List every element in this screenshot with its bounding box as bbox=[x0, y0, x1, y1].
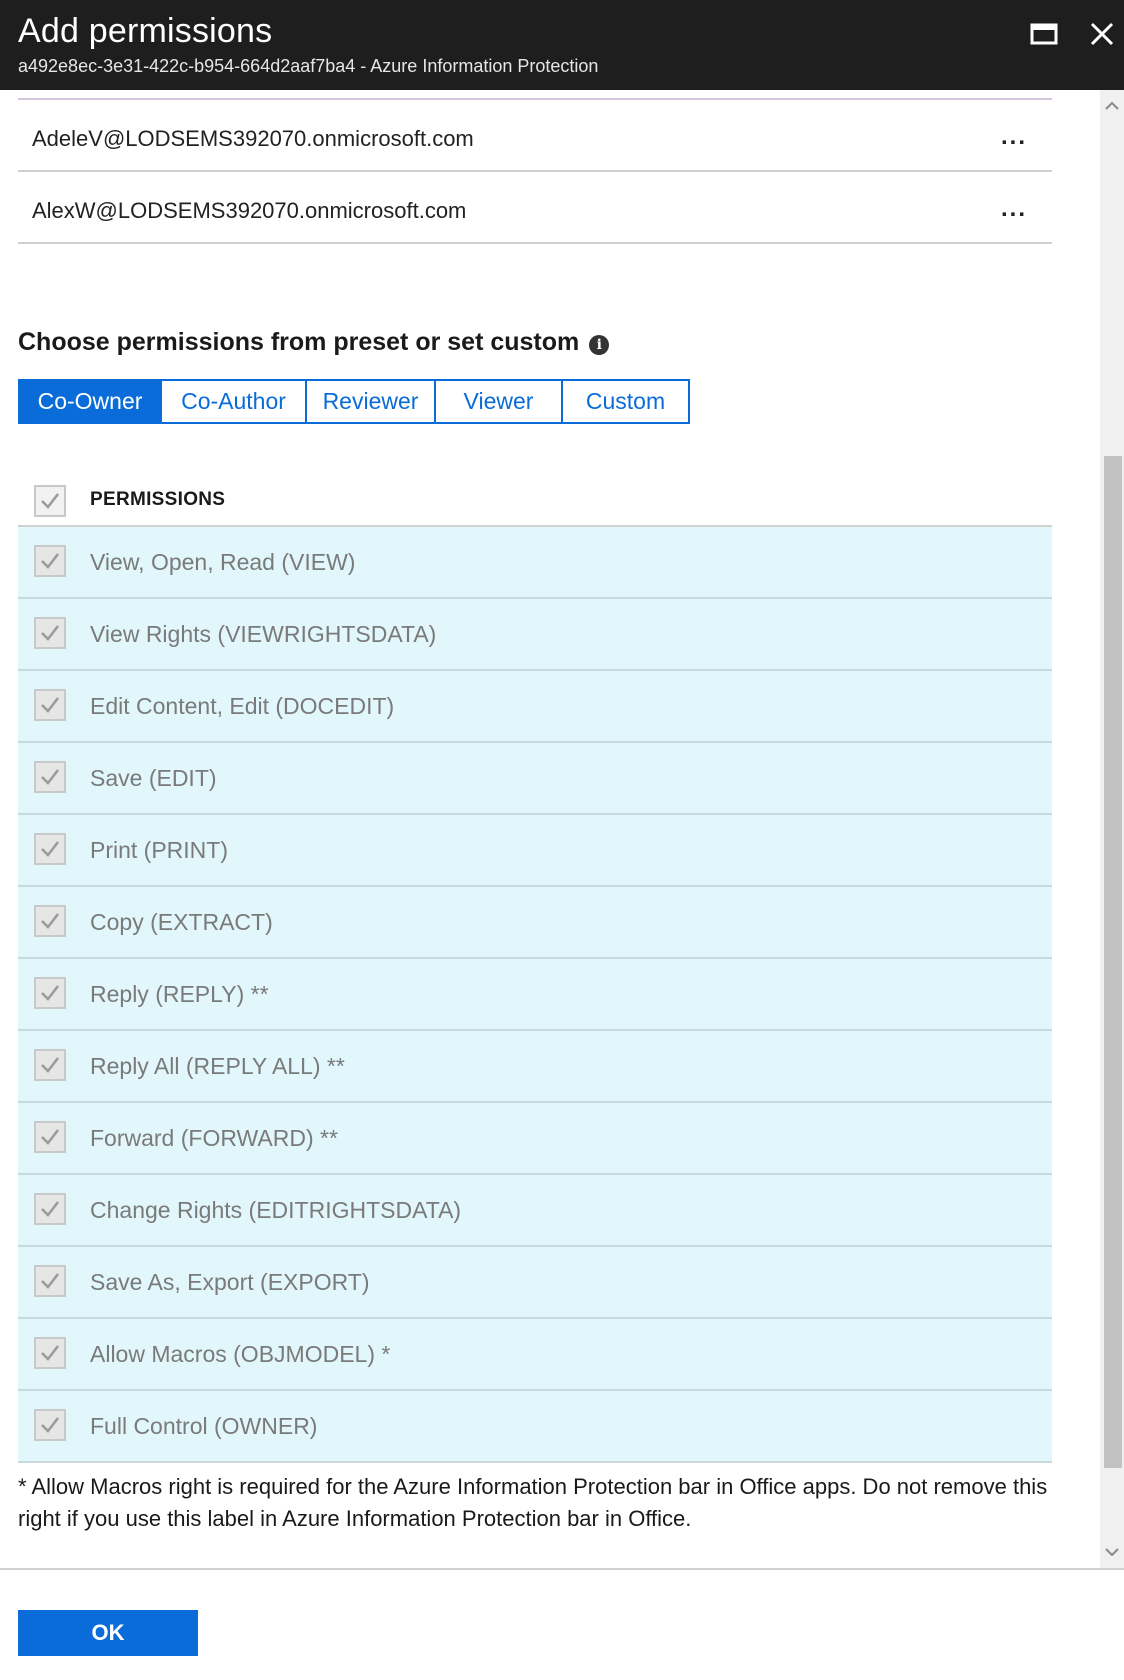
permission-checkbox[interactable] bbox=[34, 545, 66, 577]
check-icon bbox=[41, 1273, 59, 1289]
ok-button[interactable]: OK bbox=[18, 1610, 198, 1656]
tab-viewer[interactable]: Viewer bbox=[436, 379, 563, 424]
check-icon bbox=[41, 841, 59, 857]
permission-checkbox[interactable] bbox=[34, 1049, 66, 1081]
permission-label: View Rights (VIEWRIGHTSDATA) bbox=[90, 621, 437, 647]
window-subtitle: a492e8ec-3e31-422c-b954-664d2aaf7ba4 - A… bbox=[18, 56, 599, 76]
check-icon bbox=[41, 493, 59, 509]
close-icon bbox=[1090, 22, 1114, 46]
scroll-down-button[interactable] bbox=[1100, 1542, 1124, 1562]
vertical-scrollbar[interactable] bbox=[1100, 90, 1124, 1568]
permission-row: Copy (EXTRACT) bbox=[18, 887, 1052, 959]
permission-row: Change Rights (EDITRIGHTSDATA) bbox=[18, 1175, 1052, 1247]
chevron-up-icon bbox=[1105, 101, 1119, 110]
permission-row: View Rights (VIEWRIGHTSDATA) bbox=[18, 599, 1052, 671]
permission-row: View, Open, Read (VIEW) bbox=[18, 527, 1052, 599]
permission-checkbox[interactable] bbox=[34, 689, 66, 721]
check-icon bbox=[41, 1057, 59, 1073]
footer-divider bbox=[0, 1568, 1124, 1570]
permission-label: Print (PRINT) bbox=[90, 837, 228, 863]
permission-label: View, Open, Read (VIEW) bbox=[90, 549, 356, 575]
check-icon bbox=[41, 769, 59, 785]
more-options-button[interactable]: ... bbox=[994, 125, 1034, 152]
close-button[interactable] bbox=[1082, 14, 1122, 54]
title-bar: Add permissions a492e8ec-3e31-422c-b954-… bbox=[0, 0, 1124, 90]
permission-checkbox[interactable] bbox=[34, 1409, 66, 1441]
tab-co-owner[interactable]: Co-Owner bbox=[18, 379, 162, 424]
permission-label: Allow Macros (OBJMODEL) * bbox=[90, 1341, 391, 1367]
section-title-text: Choose permissions from preset or set cu… bbox=[18, 328, 580, 356]
scroll-thumb[interactable] bbox=[1104, 456, 1122, 1468]
permission-row: Reply All (REPLY ALL) ** bbox=[18, 1031, 1052, 1103]
select-all-checkbox[interactable] bbox=[34, 485, 66, 517]
section-title: Choose permissions from preset or set cu… bbox=[18, 328, 610, 357]
user-row: AdeleV@LODSEMS392070.onmicrosoft.com ... bbox=[18, 100, 1052, 172]
permission-row: Full Control (OWNER) bbox=[18, 1391, 1052, 1463]
check-icon bbox=[41, 913, 59, 929]
tab-custom[interactable]: Custom bbox=[563, 379, 690, 424]
user-row: AlexW@LODSEMS392070.onmicrosoft.com ... bbox=[18, 172, 1052, 244]
permission-label: Save (EDIT) bbox=[90, 765, 217, 791]
permission-row: Reply (REPLY) ** bbox=[18, 959, 1052, 1031]
permission-label: Copy (EXTRACT) bbox=[90, 909, 273, 935]
permission-row: Print (PRINT) bbox=[18, 815, 1052, 887]
check-icon bbox=[41, 553, 59, 569]
panel-content: AdeleV@LODSEMS392070.onmicrosoft.com ...… bbox=[0, 90, 1100, 1568]
permission-checkbox[interactable] bbox=[34, 761, 66, 793]
permission-checkbox[interactable] bbox=[34, 1265, 66, 1297]
check-icon bbox=[41, 985, 59, 1001]
window-title: Add permissions bbox=[18, 12, 273, 50]
permission-label: Reply All (REPLY ALL) ** bbox=[90, 1053, 345, 1079]
maximize-button[interactable] bbox=[1024, 14, 1064, 54]
permission-row: Save As, Export (EXPORT) bbox=[18, 1247, 1052, 1319]
permission-label: Save As, Export (EXPORT) bbox=[90, 1269, 370, 1295]
user-email: AlexW@LODSEMS392070.onmicrosoft.com bbox=[32, 198, 467, 223]
permission-row: Save (EDIT) bbox=[18, 743, 1052, 815]
permissions-header-label: PERMISSIONS bbox=[90, 489, 226, 510]
check-icon bbox=[41, 1129, 59, 1145]
footnote: * Allow Macros right is required for the… bbox=[18, 1474, 1048, 1531]
permission-checkbox[interactable] bbox=[34, 1193, 66, 1225]
user-email: AdeleV@LODSEMS392070.onmicrosoft.com bbox=[32, 126, 474, 151]
permission-row: Allow Macros (OBJMODEL) * bbox=[18, 1319, 1052, 1391]
preset-tabs: Co-Owner Co-Author Reviewer Viewer Custo… bbox=[18, 379, 690, 424]
permission-checkbox[interactable] bbox=[34, 833, 66, 865]
tab-reviewer[interactable]: Reviewer bbox=[307, 379, 436, 424]
permission-checkbox[interactable] bbox=[34, 1121, 66, 1153]
permission-label: Forward (FORWARD) ** bbox=[90, 1125, 338, 1151]
maximize-icon bbox=[1030, 23, 1058, 45]
check-icon bbox=[41, 1345, 59, 1361]
more-options-button[interactable]: ... bbox=[994, 197, 1034, 224]
check-icon bbox=[41, 625, 59, 641]
scroll-up-button[interactable] bbox=[1100, 96, 1124, 116]
check-icon bbox=[41, 697, 59, 713]
permission-label: Reply (REPLY) ** bbox=[90, 981, 269, 1007]
permissions-header: PERMISSIONS bbox=[18, 475, 1052, 527]
permission-checkbox[interactable] bbox=[34, 905, 66, 937]
permission-row: Forward (FORWARD) ** bbox=[18, 1103, 1052, 1175]
permission-label: Full Control (OWNER) bbox=[90, 1413, 318, 1439]
permission-checkbox[interactable] bbox=[34, 617, 66, 649]
permission-label: Edit Content, Edit (DOCEDIT) bbox=[90, 693, 395, 719]
permission-label: Change Rights (EDITRIGHTSDATA) bbox=[90, 1197, 462, 1223]
tab-co-author[interactable]: Co-Author bbox=[162, 379, 307, 424]
chevron-down-icon bbox=[1105, 1548, 1119, 1557]
check-icon bbox=[41, 1201, 59, 1217]
permission-checkbox[interactable] bbox=[34, 1337, 66, 1369]
check-icon bbox=[41, 1417, 59, 1433]
info-icon[interactable]: i bbox=[589, 334, 610, 355]
permission-checkbox[interactable] bbox=[34, 977, 66, 1009]
permission-row: Edit Content, Edit (DOCEDIT) bbox=[18, 671, 1052, 743]
